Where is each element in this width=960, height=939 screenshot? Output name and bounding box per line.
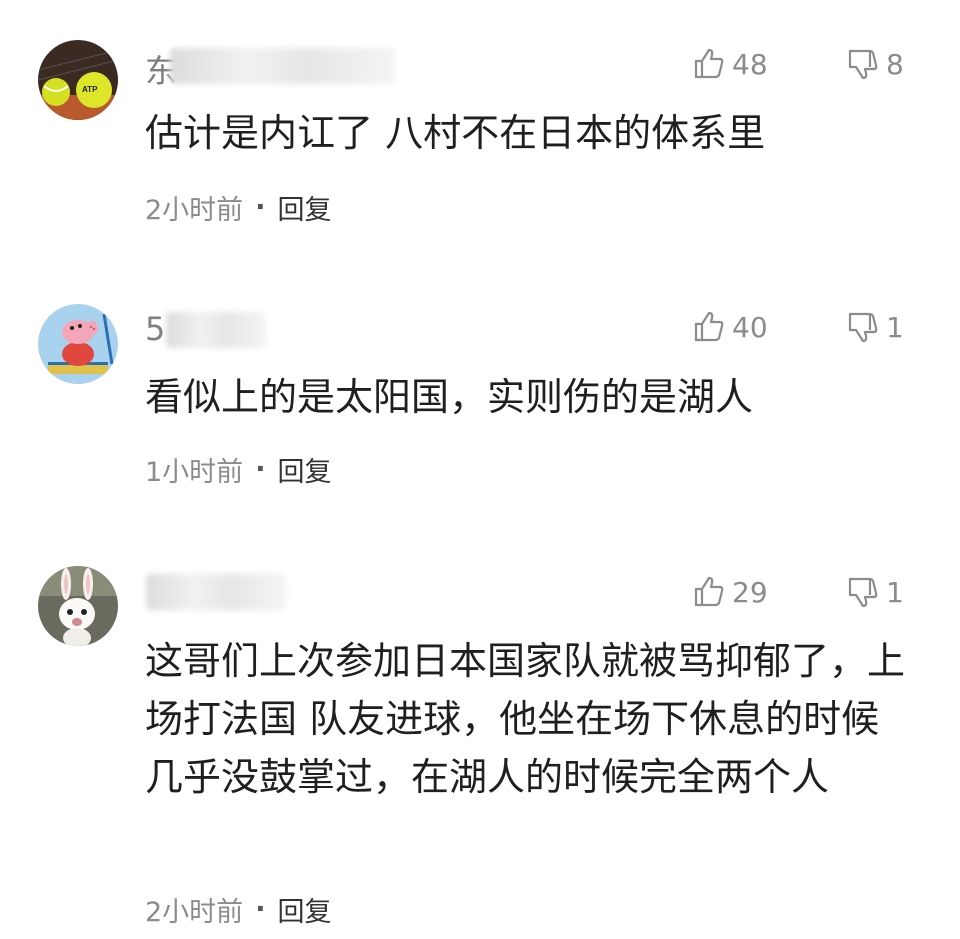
svg-text:ATP: ATP xyxy=(82,85,98,94)
reply-button[interactable]: 回复 xyxy=(277,890,331,929)
dislike-button[interactable]: 8 xyxy=(846,44,904,84)
comment-meta: 1小时前 · 回复 xyxy=(145,450,331,489)
timestamp: 2小时前 xyxy=(145,897,244,928)
like-count: 29 xyxy=(732,575,768,609)
username-redaction xyxy=(170,48,395,84)
thumbs-down-icon xyxy=(848,49,878,80)
separator-dot: · xyxy=(255,894,266,925)
thumbs-up-icon xyxy=(694,576,724,607)
dislike-count: 1 xyxy=(886,575,904,609)
separator-dot: · xyxy=(255,192,266,223)
username[interactable]: 5 xyxy=(145,310,165,348)
comment-meta: 2小时前 · 回复 xyxy=(145,890,331,929)
peppa-pig-avatar-icon xyxy=(38,304,118,384)
like-count: 48 xyxy=(732,47,768,81)
timestamp: 1小时前 xyxy=(145,457,244,488)
rabbid-avatar-icon xyxy=(38,566,118,646)
reply-button[interactable]: 回复 xyxy=(277,188,331,227)
like-count: 40 xyxy=(732,310,768,344)
username-redaction xyxy=(146,574,286,610)
comment-item: ATP 东 48 8 估计是内讧了 八村不在日本的体系里 2小时前 · 回复 xyxy=(0,0,960,260)
reply-button[interactable]: 回复 xyxy=(277,450,331,489)
thumbs-up-icon xyxy=(694,48,724,79)
username-redaction xyxy=(166,312,266,348)
dislike-count: 8 xyxy=(886,47,904,81)
thumbs-down-icon xyxy=(848,577,878,608)
like-button[interactable]: 40 xyxy=(692,307,768,347)
user-avatar[interactable]: ATP xyxy=(38,40,118,120)
like-button[interactable]: 48 xyxy=(692,44,768,84)
dislike-button[interactable]: 1 xyxy=(846,572,904,612)
comment-text: 看似上的是太阳国，实则伤的是湖人 xyxy=(145,375,754,419)
tennis-balls-avatar-icon: ATP xyxy=(38,40,118,120)
separator-dot: · xyxy=(255,454,266,485)
like-button[interactable]: 29 xyxy=(692,572,768,612)
user-avatar[interactable] xyxy=(38,566,118,646)
comment-meta: 2小时前 · 回复 xyxy=(145,188,331,227)
timestamp: 2小时前 xyxy=(145,195,244,226)
thumbs-down-icon xyxy=(848,312,878,343)
comment-text: 这哥们上次参加日本国家队就被骂抑郁了，上场打法国 队友进球，他坐在场下休息的时候… xyxy=(145,639,906,799)
thumbs-up-icon xyxy=(694,311,724,342)
dislike-button[interactable]: 1 xyxy=(846,307,904,347)
user-avatar[interactable] xyxy=(38,304,118,384)
comment-text: 估计是内讧了 八村不在日本的体系里 xyxy=(145,111,766,155)
dislike-count: 1 xyxy=(886,310,904,344)
